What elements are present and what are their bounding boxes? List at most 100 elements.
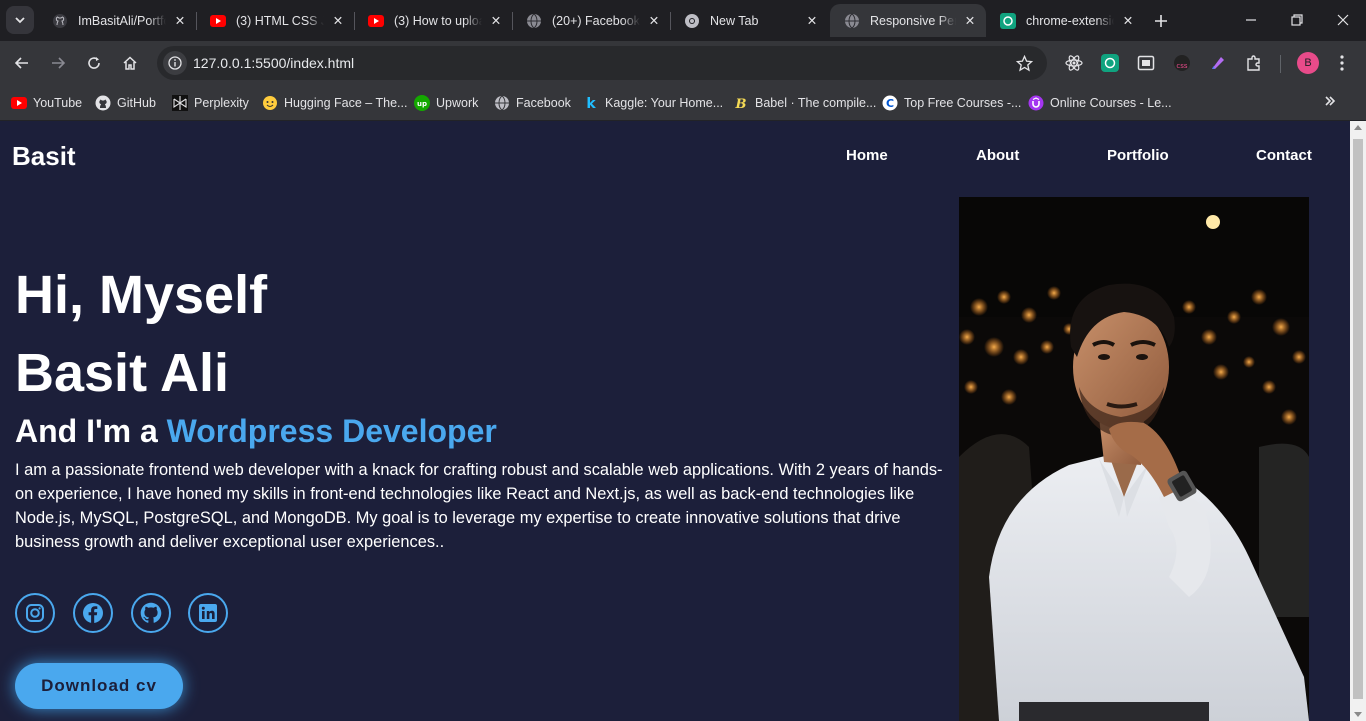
extension-window[interactable] (1136, 53, 1156, 73)
info-icon (168, 56, 182, 70)
back-button[interactable] (8, 49, 36, 77)
coursera-icon: C (882, 95, 898, 111)
svg-text:css: css (1176, 62, 1187, 70)
github-link[interactable] (131, 593, 171, 633)
bookmark-github[interactable]: GitHub (95, 92, 156, 114)
kebab-menu-icon (1340, 55, 1344, 71)
bookmark-kaggle[interactable]: k Kaggle: Your Home... (583, 92, 723, 114)
scroll-up-arrow-icon[interactable] (1354, 125, 1362, 130)
globe-icon (494, 95, 510, 111)
nav-contact[interactable]: Contact (1256, 147, 1312, 164)
plus-icon (1155, 15, 1167, 27)
forward-button[interactable] (44, 49, 72, 77)
browser-menu-button[interactable] (1332, 53, 1352, 73)
page-scrollbar[interactable] (1350, 121, 1366, 721)
bookmark-top-free-courses[interactable]: C Top Free Courses -... (882, 92, 1021, 114)
tab-strip: ImBasitAli/Portfolio ✕ (3) HTML CSS Java… (0, 0, 1366, 41)
address-bar[interactable]: 127.0.0.1:5500/index.html (157, 46, 1047, 80)
instagram-link[interactable] (15, 593, 55, 633)
tab-title: ImBasitAli/Portfolio (78, 13, 166, 28)
perplexity-icon (172, 95, 188, 111)
bookmarks-overflow-button[interactable] (1320, 91, 1340, 111)
bookmark-label: Upwork (436, 96, 479, 110)
nav-home[interactable]: Home (846, 147, 888, 164)
tab-new-tab[interactable]: New Tab ✕ (670, 4, 828, 37)
upwork-icon: up (414, 95, 430, 111)
tab-youtube-upload[interactable]: (3) How to upload ✕ (354, 4, 512, 37)
profile-photo-illustration (959, 197, 1309, 721)
bookmark-perplexity[interactable]: Perplexity (172, 92, 249, 114)
tab-title: chrome-extension (1026, 13, 1114, 28)
bookmark-label: Online Courses - Le... (1050, 96, 1172, 110)
bookmark-label: YouTube (33, 96, 83, 110)
home-button[interactable] (116, 49, 144, 77)
extension-chatgpt[interactable] (1100, 53, 1120, 73)
bookmark-hugging-face[interactable]: Hugging Face – The... (262, 92, 407, 114)
tab-chrome-extension[interactable]: chrome-extension ✕ (986, 4, 1144, 37)
download-cv-button[interactable]: Download cv (15, 663, 183, 709)
star-icon (1015, 54, 1033, 71)
bookmark-online-courses[interactable]: Online Courses - Le... (1028, 92, 1172, 114)
youtube-icon (210, 13, 226, 29)
scroll-down-arrow-icon[interactable] (1354, 712, 1362, 717)
toolbar-divider (1280, 55, 1281, 73)
extensions-menu-button[interactable] (1244, 53, 1264, 73)
reload-button[interactable] (80, 49, 108, 77)
close-icon[interactable]: ✕ (172, 13, 188, 29)
facebook-link[interactable] (73, 593, 113, 633)
kaggle-icon: k (583, 95, 599, 111)
linkedin-icon (199, 604, 217, 622)
site-info-button[interactable] (163, 51, 187, 75)
bookmark-label: Top Free Courses -... (904, 96, 1022, 110)
site-logo[interactable]: Basit (12, 141, 76, 172)
bookmark-label: Perplexity (194, 96, 249, 110)
close-icon[interactable]: ✕ (646, 13, 662, 29)
hugging-face-icon (262, 95, 278, 111)
chatgpt-icon (1101, 54, 1119, 72)
nav-about[interactable]: About (976, 147, 1019, 164)
tab-search-button[interactable] (6, 6, 34, 34)
close-icon[interactable]: ✕ (804, 13, 820, 29)
hero-bio: I am a passionate frontend web developer… (15, 461, 943, 551)
nav-portfolio[interactable]: Portfolio (1107, 147, 1169, 164)
close-icon[interactable]: ✕ (1120, 13, 1136, 29)
tab-facebook[interactable]: (20+) Facebook ✕ (512, 4, 670, 37)
bookmark-star-button[interactable] (1015, 54, 1033, 72)
babel-icon: B (733, 95, 749, 111)
udemy-icon (1028, 95, 1044, 111)
close-window-button[interactable] (1320, 0, 1366, 40)
bookmark-facebook[interactable]: Facebook (494, 92, 571, 114)
bookmark-youtube[interactable]: YouTube (11, 92, 82, 114)
close-icon[interactable]: ✕ (330, 13, 346, 29)
tab-youtube-html-css[interactable]: (3) HTML CSS JavaScript ✕ (196, 4, 354, 37)
linkedin-link[interactable] (188, 593, 228, 633)
profile-avatar[interactable]: B (1297, 52, 1319, 74)
close-icon[interactable]: ✕ (488, 13, 504, 29)
extension-css[interactable]: css (1172, 53, 1192, 73)
globe-icon (526, 13, 542, 29)
svg-text:k: k (586, 96, 596, 111)
minimize-button[interactable] (1228, 0, 1274, 40)
close-icon[interactable]: ✕ (962, 13, 978, 29)
restore-button[interactable] (1274, 0, 1320, 40)
react-icon (1065, 55, 1083, 71)
tab-title: Responsive Personal (870, 13, 956, 28)
puzzle-icon (1247, 55, 1260, 71)
scrollbar-thumb[interactable] (1353, 139, 1363, 699)
minimize-icon (1246, 19, 1256, 21)
new-tab-button[interactable] (1148, 8, 1174, 34)
reload-icon (88, 57, 100, 69)
page-viewport: Basit Home About Portfolio Contact Hi, M… (0, 121, 1350, 721)
hero-role-title: Wordpress Developer (166, 413, 497, 449)
tab-github-portfolio[interactable]: ImBasitAli/Portfolio ✕ (38, 4, 196, 37)
extension-color-picker[interactable] (1208, 53, 1228, 73)
tab-responsive-personal[interactable]: Responsive Personal ✕ (830, 4, 986, 37)
arrow-left-icon (14, 57, 28, 69)
svg-text:up: up (417, 100, 427, 108)
extension-react-devtools[interactable] (1064, 53, 1084, 73)
bookmark-label: Kaggle: Your Home... (605, 96, 724, 110)
bookmark-upwork[interactable]: up Upwork (414, 92, 478, 114)
css-icon: css (1174, 55, 1190, 71)
tab-title: New Tab (710, 13, 759, 28)
bookmark-babel[interactable]: B Babel · The compile... (733, 92, 877, 114)
